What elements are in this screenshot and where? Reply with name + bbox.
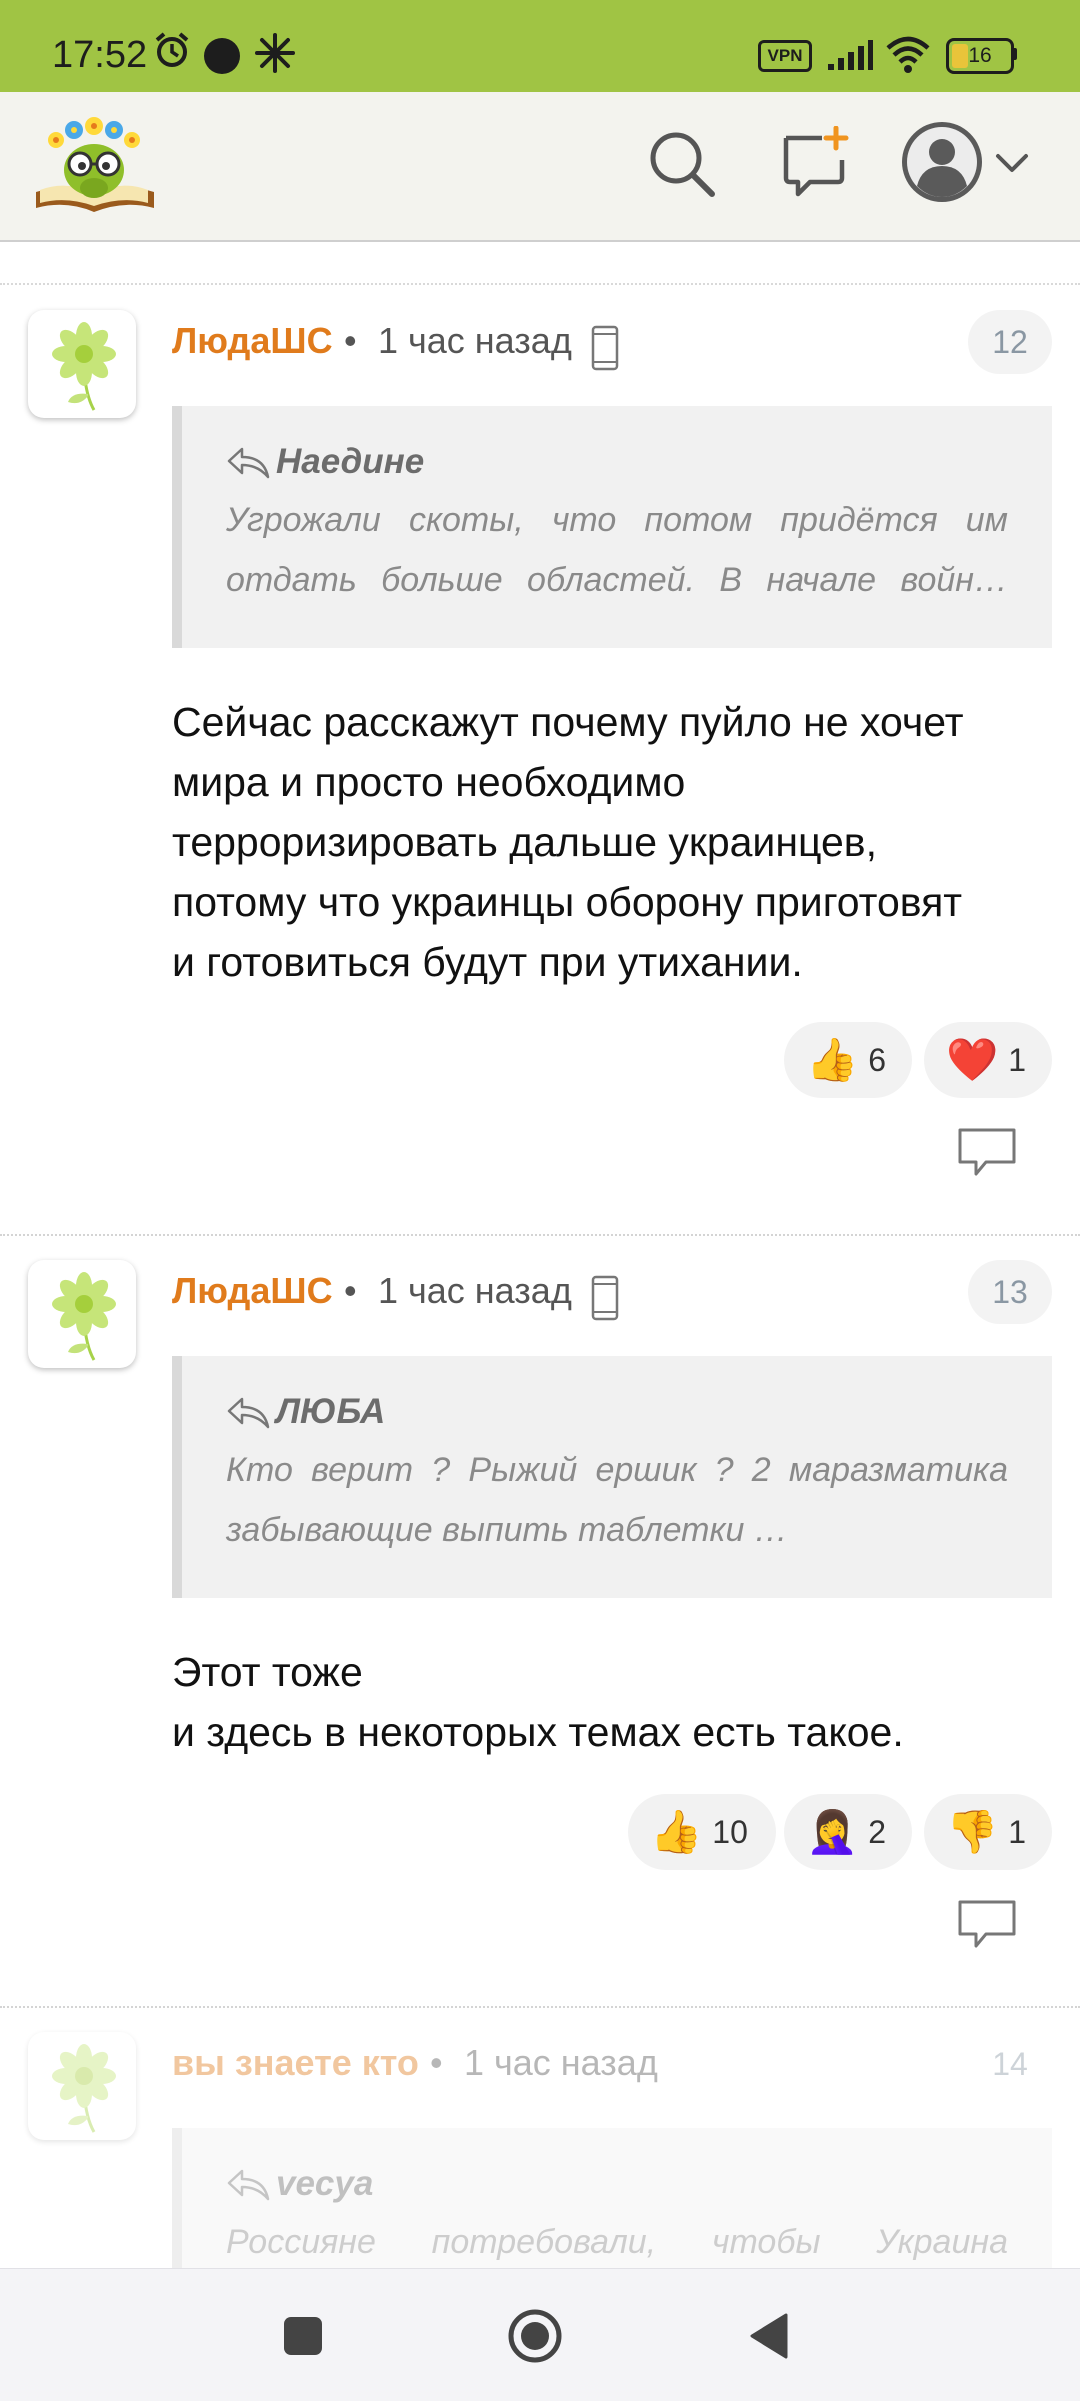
system-nav-bar [0,2268,1080,2401]
comment-number[interactable]: 12 [968,310,1052,374]
reaction-facepalm[interactable]: 🤦‍♀️ 2 [784,1794,912,1870]
body-line: мира и просто необходимо [172,759,686,805]
reaction-count: 2 [868,1813,887,1850]
reaction-count: 1 [1008,1813,1027,1850]
quote-line: Угрожали скоты, что потом придётся им [226,501,1008,539]
comment-author[interactable]: ЛюдаШС [172,1270,333,1312]
mobile-device-icon [591,325,619,371]
reply-comment-icon[interactable] [956,1126,1018,1178]
reaction-count: 1 [1008,1041,1027,1078]
reply-arrow-icon [227,1397,270,1429]
battery-indicator: 16 [946,38,1014,74]
new-post-icon[interactable] [780,126,852,198]
chevron-down-icon[interactable] [992,144,1032,184]
comment-number[interactable]: 14 [968,2032,1052,2096]
dot-indicator-icon [204,38,240,74]
comment-time[interactable]: 1 час назад [378,1270,572,1312]
search-icon[interactable] [646,128,718,200]
comment-dot: • [344,320,357,361]
body-line: и здесь в некоторых темах есть такое. [172,1709,904,1755]
facepalm-icon: 🤦‍♀️ [806,1808,859,1855]
avatar[interactable] [28,1260,136,1368]
app-header [0,92,1080,242]
comment-body: Сейчас расскажут почему пуйло не хочет м… [172,692,1052,992]
quote-line: забывающие выпить таблетки … [226,1511,788,1549]
quote-author: ЛЮБА [276,1392,386,1431]
flower-avatar-icon [52,322,116,411]
reply-comment-icon[interactable] [956,1898,1018,1950]
body-line: Этот тоже [172,1649,363,1695]
reaction-thumbs-up[interactable]: 👍 10 [628,1794,776,1870]
comment-body: Этот тоже и здесь в некоторых темах есть… [172,1642,1052,1762]
comment-author[interactable]: вы знаете кто [172,2042,419,2084]
body-line: потому что украинцы оборону приготовят [172,879,963,925]
comment-separator [0,1234,1080,1236]
recent-apps-icon[interactable] [282,2315,324,2357]
site-logo[interactable] [30,108,160,218]
comment-dot: • [430,2042,443,2083]
quote-author: vecya [276,2164,374,2203]
thumbs-down-icon: 👎 [946,1808,999,1855]
battery-level: 16 [968,44,992,67]
comment-separator [0,2006,1080,2008]
comment-dot: • [344,1270,357,1311]
comment-number[interactable]: 13 [968,1260,1052,1324]
mobile-device-icon [591,1275,619,1321]
reply-arrow-icon [227,2169,270,2201]
home-icon[interactable] [506,2307,564,2365]
body-line: терроризировать дальше украинцев, [172,819,877,865]
reaction-count: 10 [712,1813,748,1850]
reaction-thumbs-down[interactable]: 👎 1 [924,1794,1052,1870]
quote-line: Россияне потребовали, чтобы Украина [226,2223,1008,2261]
quote-block[interactable]: ЛЮБА Кто верит ? Рыжий ершик ? 2 маразма… [172,1356,1052,1598]
vpn-badge: VPN [758,40,812,72]
signal-icon [828,40,873,70]
reaction-thumbs-up[interactable]: 👍 6 [784,1022,912,1098]
comment-author[interactable]: ЛюдаШС [172,320,333,362]
back-icon[interactable] [746,2311,792,2361]
thumbs-up-icon: 👍 [806,1036,859,1083]
avatar[interactable] [28,2032,136,2140]
avatar[interactable] [28,310,136,418]
body-line: Сейчас расскажут почему пуйло не хочет [172,699,964,745]
status-time: 17:52 [52,34,148,76]
quote-author: Наедине [276,442,425,481]
thumbs-up-icon: 👍 [650,1808,703,1855]
alarm-icon [155,32,189,67]
user-avatar-icon[interactable] [900,120,984,204]
status-bar: 17:52 VPN 16 [0,0,1080,92]
separator [0,283,1080,285]
reply-arrow-icon [227,447,270,479]
reaction-count: 6 [868,1041,887,1078]
wifi-icon [886,36,930,73]
heart-icon: ❤️ [946,1036,999,1083]
comment-time[interactable]: 1 час назад [378,320,572,362]
sparkle-icon [255,33,295,73]
reaction-heart[interactable]: ❤️ 1 [924,1022,1052,1098]
flower-avatar-icon [52,2044,116,2133]
comment-time[interactable]: 1 час назад [464,2042,658,2084]
quote-line: Кто верит ? Рыжий ершик ? 2 маразматика [226,1451,1008,1489]
flower-avatar-icon [52,1272,116,1361]
quote-line: отдать больше областей. В начале войн… [226,561,1008,599]
body-line: и готовиться будут при утихании. [172,939,803,985]
quote-block[interactable]: Наедине Угрожали скоты, что потом придёт… [172,406,1052,648]
